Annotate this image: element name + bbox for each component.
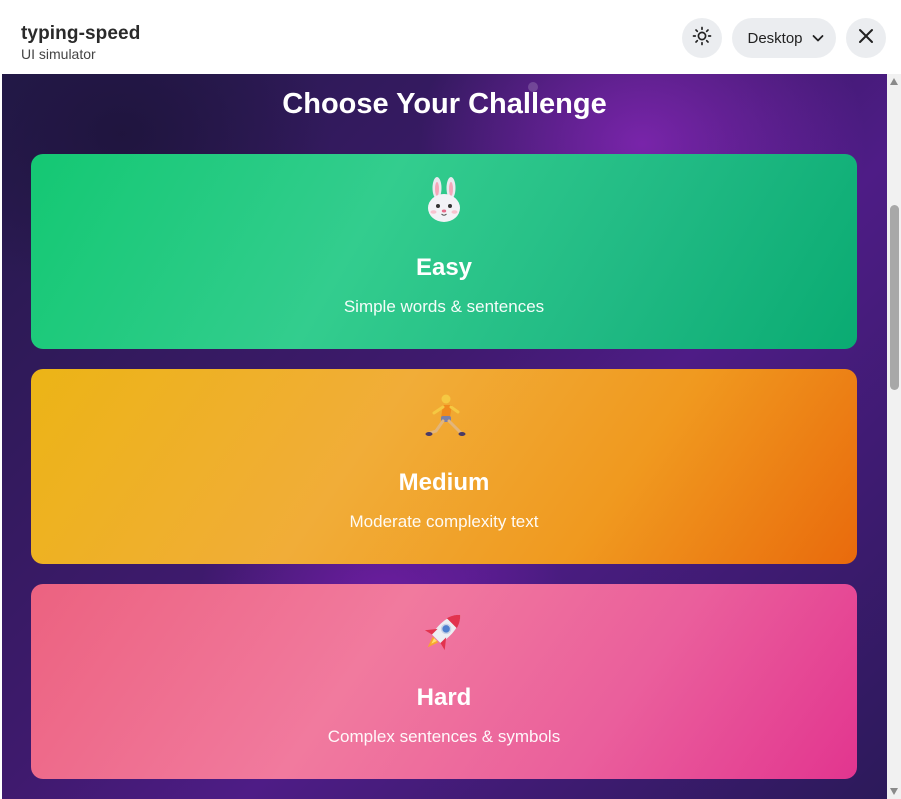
close-icon xyxy=(857,27,875,50)
app-subtitle: UI simulator xyxy=(21,46,96,62)
challenge-card-hard[interactable]: Hard Complex sentences & symbols xyxy=(31,584,857,779)
close-button[interactable] xyxy=(846,18,886,58)
card-description: Moderate complexity text xyxy=(349,512,539,531)
challenge-card-easy[interactable]: Easy Simple words & sentences xyxy=(31,154,857,349)
theme-toggle-button[interactable] xyxy=(682,18,722,58)
card-description: Simple words & sentences xyxy=(343,297,545,316)
card-title: Medium xyxy=(398,469,490,496)
vertical-scrollbar[interactable] xyxy=(887,74,901,799)
device-select-label: Desktop xyxy=(747,29,803,47)
person-running-icon xyxy=(419,391,469,441)
device-select[interactable]: Desktop xyxy=(732,18,836,58)
page-title: Choose Your Challenge xyxy=(282,88,607,120)
title-bar: typing-speed UI simulator Desktop xyxy=(0,0,901,74)
rocket-icon xyxy=(419,606,469,656)
simulator-viewport: Choose Your Challenge Easy Simple words … xyxy=(2,74,887,799)
app-name: typing-speed xyxy=(21,23,141,44)
challenge-card-medium[interactable]: Medium Moderate complexity text xyxy=(31,369,857,564)
sun-icon xyxy=(692,26,712,51)
card-description: Complex sentences & symbols xyxy=(327,727,561,746)
card-title: Hard xyxy=(416,684,472,711)
chevron-down-icon xyxy=(811,31,825,45)
scroll-down-arrow-icon[interactable] xyxy=(890,788,898,795)
scrollbar-thumb[interactable] xyxy=(890,205,899,390)
scroll-up-arrow-icon[interactable] xyxy=(890,78,898,85)
rabbit-face-icon xyxy=(419,176,469,226)
app-window: typing-speed UI simulator Desktop Choose… xyxy=(0,0,901,799)
card-title: Easy xyxy=(415,254,473,281)
